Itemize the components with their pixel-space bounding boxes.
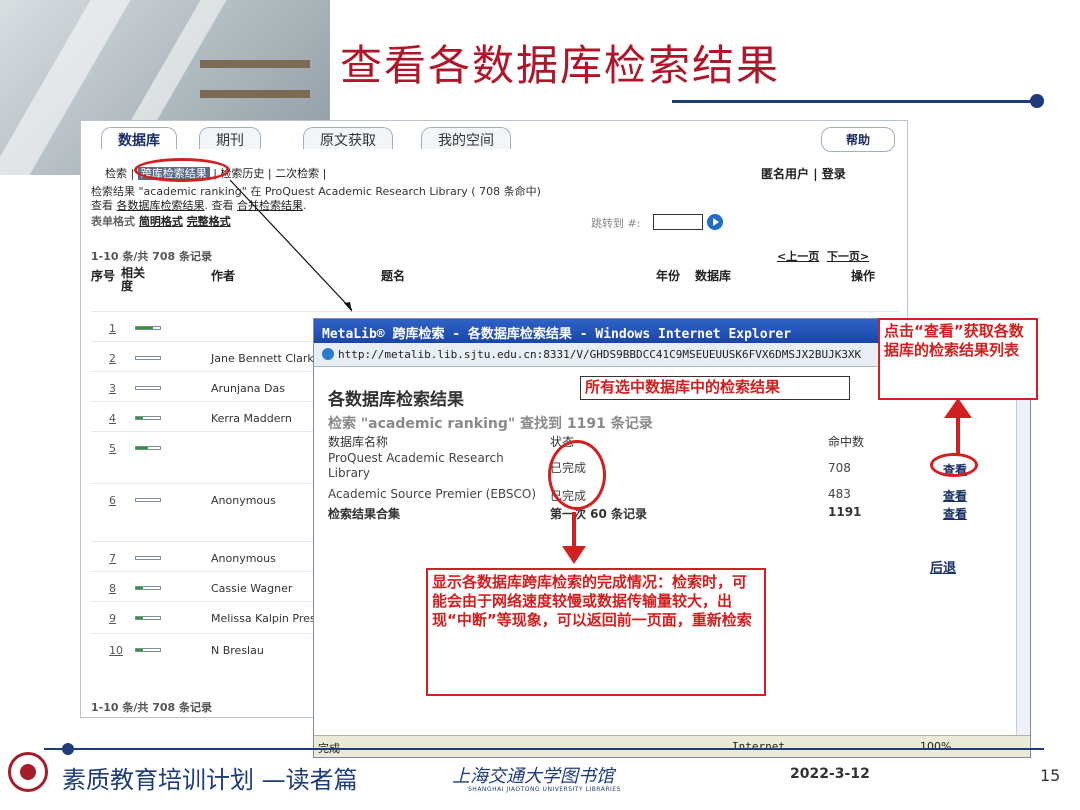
merged-hits: 1191 (828, 505, 862, 519)
arrow-up-head (944, 398, 972, 418)
connector-arrowhead (344, 302, 352, 312)
library-logo-en: SHANGHAI JIAOTONG UNIVERSITY LIBRARIES (468, 786, 621, 793)
university-seal-icon (8, 752, 48, 792)
slide-date: 2022-3-12 (790, 766, 870, 782)
arrow-up-shaft (956, 414, 960, 454)
highlight-ring-status (548, 440, 606, 510)
arrow-down-head (562, 546, 586, 564)
popup-heading: 各数据库检索结果 (328, 390, 464, 410)
callout-all-results: 所有选中数据库中的检索结果 (580, 376, 850, 400)
col-hits: 命中数 (828, 435, 865, 449)
back-link[interactable]: 后退 (930, 557, 956, 576)
footer-dot (62, 743, 74, 755)
internet-zone: Internet (732, 740, 785, 753)
db-name: Academic Source Premier (EBSCO) (328, 487, 537, 501)
scrollbar[interactable] (1016, 367, 1030, 737)
status-bar: 完成 Internet 100% (314, 735, 1030, 757)
page-number: 15 (1040, 766, 1061, 785)
highlight-ring-view (930, 453, 978, 477)
db-hits: 483 (828, 487, 851, 501)
col-db-name: 数据库名称 (328, 435, 389, 449)
view-link[interactable]: 查看 (943, 505, 967, 522)
connector-line-1 (229, 179, 353, 311)
footer-title: 素质教育培训计划 —读者篇 (62, 766, 358, 794)
url-text[interactable]: http://metalib.lib.sjtu.edu.cn:8331/V/GH… (338, 348, 861, 361)
callout-view-tip: 点击“查看”获取各数据库的检索结果列表 (878, 318, 1038, 400)
footer-line (44, 748, 1044, 750)
popup-query-summary: 检索 "academic ranking" 查找到 1191 条记录 (328, 416, 653, 432)
merged-status: 第一次 60 条记录 (550, 507, 648, 521)
db-hits: 708 (828, 461, 851, 475)
arrow-down-shaft (572, 512, 576, 548)
db-name: ProQuest Academic Research Library (328, 451, 504, 480)
merged-name: 检索结果合集 (328, 507, 401, 521)
library-logo: 上海交通大学图书馆 (452, 766, 614, 787)
zoom-level[interactable]: 100% (920, 740, 951, 753)
callout-status-tip: 显示各数据库跨库检索的完成情况：检索时，可能会由于网络速度较慢或数据传输量较大，… (426, 568, 766, 696)
view-link[interactable]: 查看 (943, 487, 967, 504)
ie-icon (322, 348, 334, 360)
